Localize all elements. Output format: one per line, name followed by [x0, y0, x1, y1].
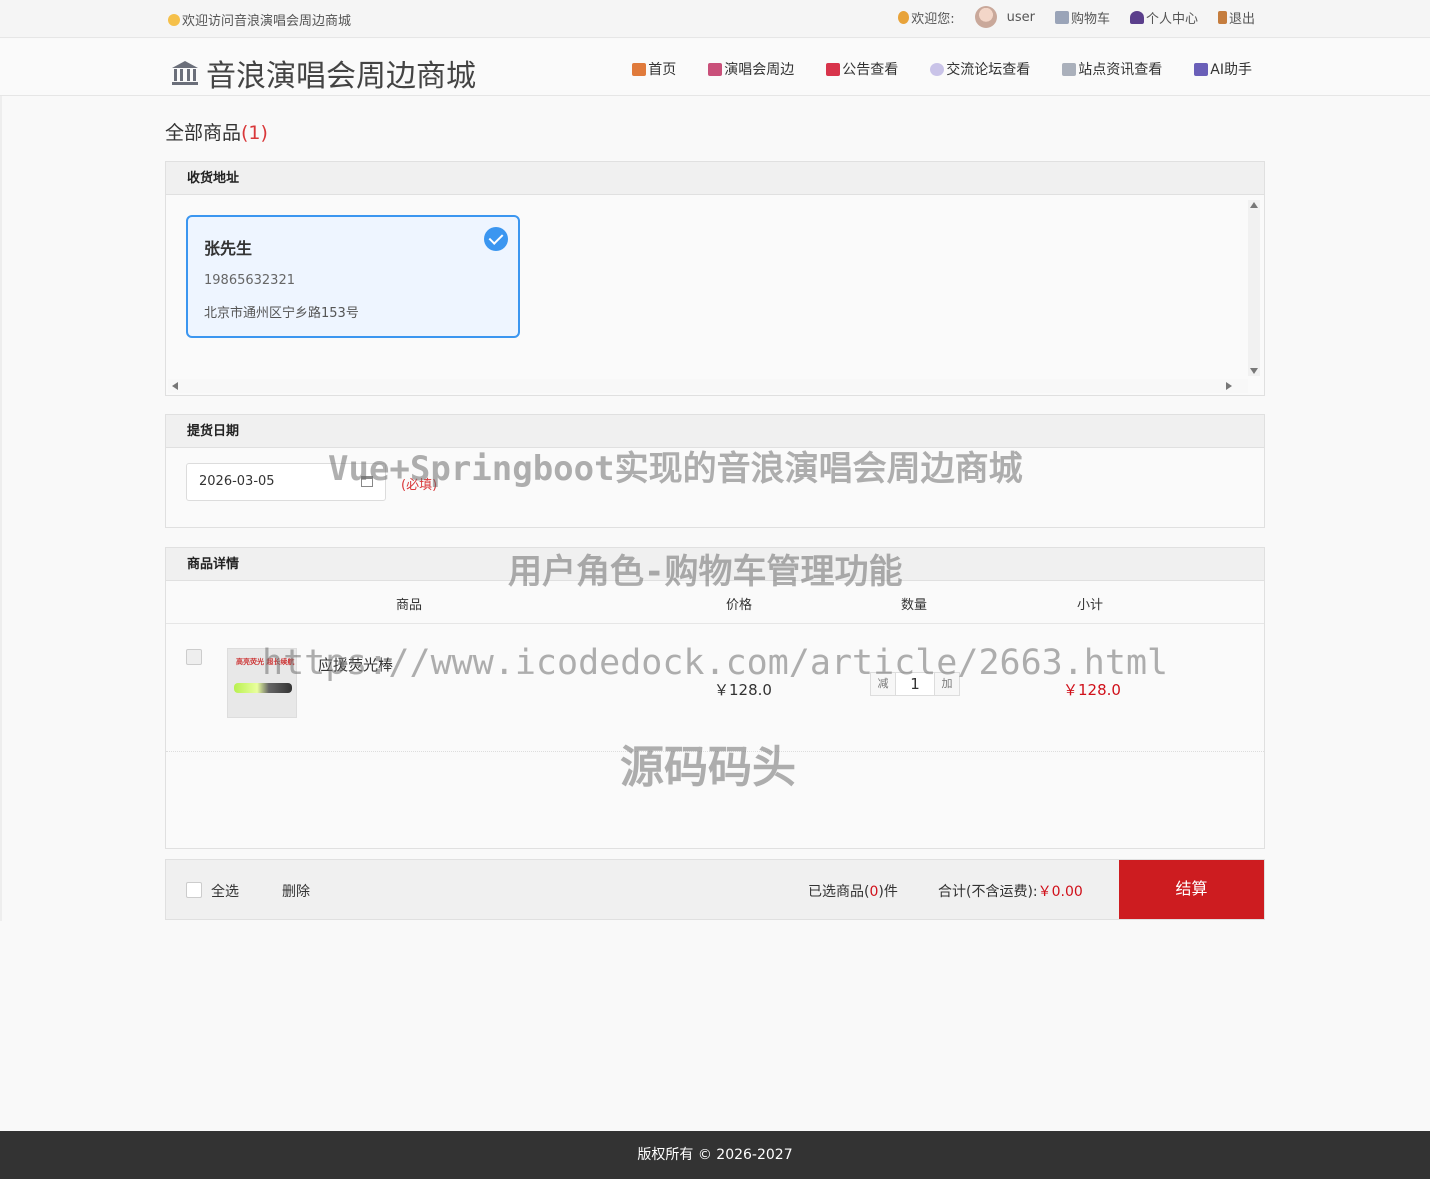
horizontal-scrollbar[interactable]: [168, 379, 1248, 393]
calendar-icon[interactable]: [361, 476, 373, 487]
delete-button[interactable]: 删除: [282, 881, 310, 901]
glowstick-graphic: [234, 683, 292, 693]
hand-icon: [168, 13, 180, 26]
header-quantity: 数量: [901, 598, 928, 613]
check-circle-icon: [484, 227, 508, 251]
recipient-address: 北京市通州区宁乡路153号: [204, 306, 359, 321]
product-name[interactable]: 应援荧光棒: [318, 654, 393, 675]
header-price: 价格: [726, 598, 753, 613]
product-image[interactable]: 高亮荧光 超长续航: [227, 648, 297, 718]
goods-panel: 商品详情 商品 价格 数量 小计 高亮荧光 超长续航 应援荧光棒 ￥128.0 …: [165, 547, 1265, 849]
shop-icon: [708, 62, 723, 76]
row-divider: [166, 751, 1264, 752]
address-panel: 收货地址 张先生 19865632321 北京市通州区宁乡路153号: [165, 161, 1265, 396]
goods-count: (1): [241, 122, 268, 144]
welcome-label: 欢迎访问音浪演唱会周边商城: [182, 14, 352, 29]
pickup-date-value: 2026-03-05: [199, 474, 275, 489]
page-edge: [0, 96, 2, 921]
item-checkbox[interactable]: [186, 649, 202, 665]
scroll-up-icon[interactable]: [1250, 202, 1258, 208]
chat-bubble-icon: [930, 62, 945, 76]
selected-count: 已选商品(0)件: [808, 884, 898, 900]
copyright-text: 版权所有 © 2026-2027: [637, 1147, 793, 1163]
house-icon: [632, 62, 647, 76]
top-bar: 欢迎访问音浪演唱会周边商城 欢迎您: user 购物车 个人中心 退出: [0, 0, 1430, 38]
robot-icon: [1194, 62, 1209, 76]
cart-icon: [1054, 10, 1069, 24]
product-subtotal: ￥128.0: [1063, 681, 1121, 699]
checkout-bar: 全选 删除 已选商品(0)件 合计(不含运费):￥0.00 结算: [165, 859, 1265, 920]
nav-merch[interactable]: 演唱会周边: [708, 59, 794, 79]
page-title: 全部商品(1): [165, 122, 268, 144]
door-icon: [1217, 10, 1227, 24]
scroll-right-icon[interactable]: [1226, 382, 1232, 390]
scroll-down-icon[interactable]: [1250, 368, 1258, 374]
required-hint: (必填): [401, 478, 438, 493]
profile-link[interactable]: 个人中心: [1129, 8, 1198, 27]
header-divider: [166, 623, 1264, 624]
logout-link[interactable]: 退出: [1217, 8, 1255, 27]
checkout-button[interactable]: 结算: [1119, 860, 1264, 919]
vertical-scrollbar[interactable]: [1248, 200, 1260, 376]
quantity-stepper: 减 1 加: [870, 672, 960, 696]
header: 音浪演唱会周边商城 首页 演唱会周边 公告查看 交流论坛查看 站点资讯查看 AI…: [0, 39, 1430, 96]
greeting: 欢迎您:: [898, 8, 955, 27]
bank-icon: [170, 59, 200, 87]
nav-forum[interactable]: 交流论坛查看: [930, 59, 1030, 79]
megaphone-icon: [826, 62, 841, 76]
nav-news[interactable]: 站点资讯查看: [1062, 59, 1162, 79]
site-logo[interactable]: 音浪演唱会周边商城: [170, 51, 476, 95]
select-all-checkbox[interactable]: [186, 882, 202, 898]
product-price: ￥128.0: [714, 681, 772, 699]
pickup-date-input[interactable]: 2026-03-05: [186, 463, 386, 501]
newspaper-icon: [1062, 62, 1077, 76]
goods-section-title: 商品详情: [166, 548, 1264, 581]
select-all-label[interactable]: 全选: [211, 881, 239, 901]
header-goods: 商品: [396, 598, 423, 613]
copyright-footer: 版权所有 © 2026-2027: [0, 1131, 1430, 1179]
pickup-date-panel: 提货日期 2026-03-05 (必填): [165, 414, 1265, 528]
avatar[interactable]: [974, 6, 997, 28]
nav-home[interactable]: 首页: [632, 59, 676, 79]
increase-button[interactable]: 加: [935, 673, 959, 695]
welcome-text: 欢迎访问音浪演唱会周边商城: [168, 10, 351, 29]
header-subtotal: 小计: [1077, 598, 1104, 613]
cart-link[interactable]: 购物车: [1054, 8, 1110, 27]
quantity-value[interactable]: 1: [895, 673, 935, 695]
decrease-button[interactable]: 减: [871, 673, 895, 695]
nav-notice[interactable]: 公告查看: [826, 59, 898, 79]
nav-ai[interactable]: AI助手: [1194, 59, 1252, 79]
logo-text[interactable]: 音浪演唱会周边商城: [206, 51, 476, 95]
user-icon: [1129, 10, 1144, 24]
main-nav: 首页 演唱会周边 公告查看 交流论坛查看 站点资讯查看 AI助手: [632, 59, 1252, 79]
medal-icon: [898, 10, 910, 24]
username[interactable]: user: [1007, 10, 1035, 25]
address-card[interactable]: 张先生 19865632321 北京市通州区宁乡路153号: [186, 215, 520, 338]
recipient-phone: 19865632321: [204, 273, 295, 288]
user-info[interactable]: user: [974, 6, 1035, 28]
scroll-left-icon[interactable]: [172, 382, 178, 390]
address-section-title: 收货地址: [166, 162, 1264, 195]
recipient-name: 张先生: [204, 239, 253, 258]
total-price: 合计(不含运费):￥0.00: [938, 884, 1083, 900]
product-image-caption: 高亮荧光 超长续航: [236, 658, 295, 666]
pickup-section-title: 提货日期: [166, 415, 1264, 448]
